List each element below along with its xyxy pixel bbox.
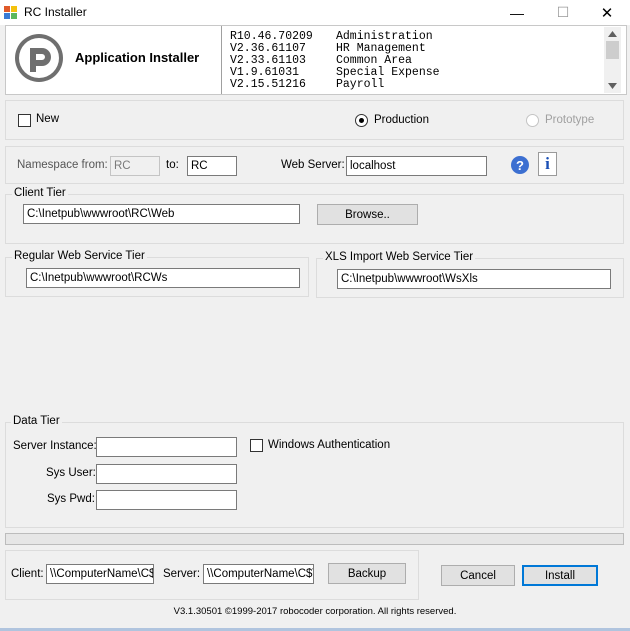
robocoder-logo-icon: [15, 34, 63, 82]
prototype-label: Prototype: [545, 114, 595, 126]
namespace-from-field[interactable]: RC: [110, 156, 160, 176]
backup-client-field[interactable]: \\ComputerName\C$: [46, 564, 154, 584]
namespace-from-label: Namespace from:: [17, 159, 108, 171]
production-radio[interactable]: [355, 114, 368, 127]
prototype-radio[interactable]: [526, 114, 539, 127]
backup-server-label: Server:: [163, 568, 201, 580]
xls-ws-tier-title: XLS Import Web Service Tier: [323, 251, 476, 264]
backup-client-label: Client:: [11, 568, 44, 580]
namespace-to-field[interactable]: RC: [187, 156, 237, 176]
minimize-icon: —: [510, 4, 524, 21]
install-button[interactable]: Install: [522, 565, 598, 586]
new-checkbox[interactable]: [18, 114, 31, 127]
backup-button[interactable]: Backup: [328, 563, 406, 584]
close-icon: ✕: [600, 4, 614, 22]
maximize-button[interactable]: ☐: [540, 0, 586, 25]
xls-ws-path-field[interactable]: C:\Inetpub\wwwroot\WsXls: [337, 269, 611, 289]
client-tier-path-field[interactable]: C:\Inetpub\wwwroot\RC\Web: [23, 204, 300, 224]
cancel-button[interactable]: Cancel: [441, 565, 515, 586]
scroll-down-icon[interactable]: [608, 83, 617, 89]
backup-server-field[interactable]: \\ComputerName\C$\: [203, 564, 314, 584]
scroll-thumb[interactable]: [606, 41, 619, 59]
copyright-footer: V3.1.30501 ©1999-2017 robocoder corporat…: [173, 606, 457, 617]
web-server-field[interactable]: localhost: [346, 156, 487, 176]
browse-button[interactable]: Browse..: [317, 204, 418, 225]
module-list[interactable]: R10.46.70209 Administration V2.36.61107 HR…: [221, 26, 626, 94]
sys-user-label: Sys User:: [46, 467, 96, 479]
data-tier-title: Data Tier: [11, 415, 62, 428]
windows-auth-checkbox[interactable]: [250, 439, 263, 452]
windows-auth-label: Windows Authentication: [268, 439, 391, 451]
app-window-icon: [4, 6, 17, 19]
new-label: New: [36, 113, 60, 125]
sys-pwd-label: Sys Pwd:: [47, 493, 95, 505]
regular-ws-path-field[interactable]: C:\Inetpub\wwwroot\RCWs: [26, 268, 300, 288]
web-server-label: Web Server:: [281, 159, 345, 171]
server-instance-label: Server Instance:: [13, 440, 97, 452]
module-row[interactable]: V2.15.51216 Payroll: [230, 79, 384, 91]
sys-pwd-field[interactable]: [96, 490, 237, 510]
regular-ws-tier-title: Regular Web Service Tier: [12, 250, 147, 263]
module-list-scrollbar[interactable]: [604, 27, 621, 93]
window-title: RC Installer: [24, 5, 87, 19]
server-instance-field[interactable]: [96, 437, 237, 457]
close-button[interactable]: ✕: [584, 0, 630, 25]
minimize-button[interactable]: —: [494, 0, 540, 25]
info-icon[interactable]: i: [538, 152, 557, 176]
maximize-icon: ☐: [556, 4, 570, 20]
header-title: Application Installer: [75, 50, 200, 65]
namespace-to-label: to:: [166, 159, 179, 171]
help-icon[interactable]: ?: [511, 156, 529, 174]
production-label: Production: [374, 114, 429, 126]
scroll-up-icon[interactable]: [608, 31, 617, 37]
client-tier-title: Client Tier: [12, 187, 68, 200]
install-progress-bar: [5, 533, 624, 545]
sys-user-field[interactable]: [96, 464, 237, 484]
